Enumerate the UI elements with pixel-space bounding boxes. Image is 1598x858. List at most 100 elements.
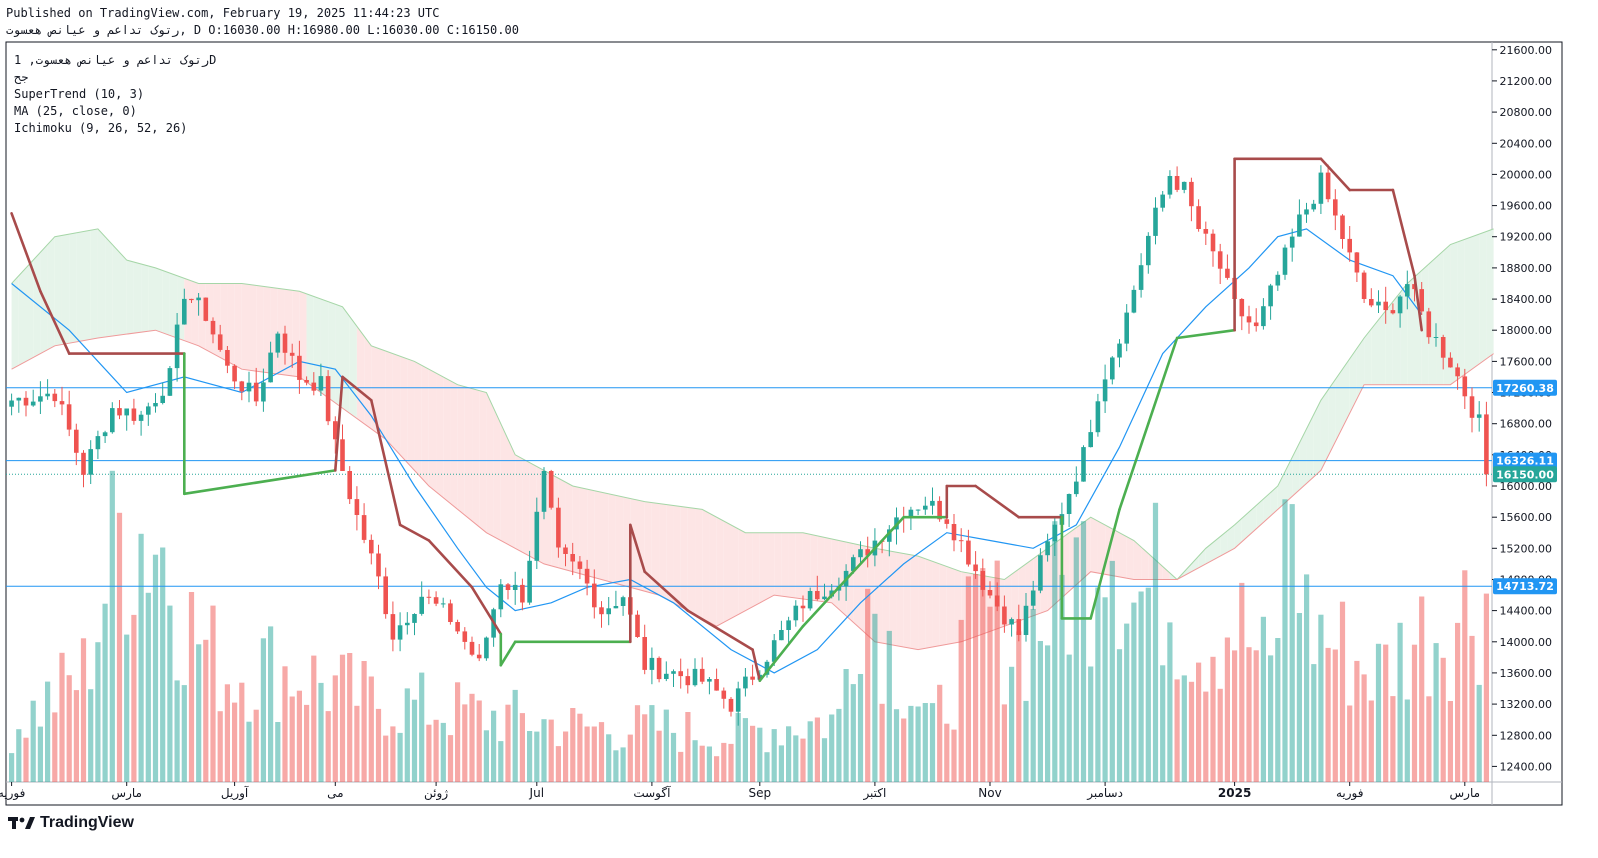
candle-body xyxy=(858,549,863,558)
candle-body xyxy=(750,676,755,680)
volume-bar xyxy=(1289,504,1295,782)
time-axis[interactable]: فوریه مارس آوریل می ژوئن Jul آگوست Sep اکتبر Nov د… xyxy=(0,782,1480,801)
cloud-segment xyxy=(752,532,760,607)
cloud-segment xyxy=(522,458,530,557)
candle-body xyxy=(347,471,352,500)
candle-body xyxy=(131,408,137,421)
volume-bar xyxy=(1275,638,1281,782)
candle-body xyxy=(1023,605,1029,635)
legend-supertrend[interactable]: SuperTrend (10, 3) xyxy=(14,87,144,101)
candle-body xyxy=(59,401,65,405)
volume-bar xyxy=(375,708,382,782)
cloud-segment xyxy=(342,306,350,414)
cloud-segment xyxy=(946,566,955,645)
candle-body xyxy=(520,584,525,603)
candle-body xyxy=(455,622,460,632)
volume-bar xyxy=(30,700,36,782)
volume-bar xyxy=(289,696,295,782)
candle-body xyxy=(297,355,302,380)
candle-body xyxy=(282,333,288,353)
y-tick-label: 14000.00 xyxy=(1500,636,1553,649)
volume-bar xyxy=(95,642,101,782)
candle-body xyxy=(1311,203,1316,210)
cloud-segment xyxy=(882,549,890,645)
price-tag-label: 14713.72 xyxy=(1496,580,1554,593)
candle-body xyxy=(649,657,655,670)
volume-bar xyxy=(296,690,302,782)
candle-body xyxy=(779,630,784,641)
candle-body xyxy=(1217,251,1223,269)
volume-bar xyxy=(757,727,763,782)
volume-bar xyxy=(59,652,65,782)
candle-body xyxy=(1138,265,1144,290)
volume-bar xyxy=(1325,647,1331,782)
volume-bar xyxy=(1318,614,1324,782)
candle-body xyxy=(958,540,964,542)
tradingview-brand[interactable]: TradingView xyxy=(8,814,134,832)
candle-body xyxy=(1282,247,1288,275)
candle-body xyxy=(1174,176,1180,190)
cloud-segment xyxy=(112,244,120,337)
candle-body xyxy=(1354,252,1360,273)
candle-body xyxy=(1484,414,1489,475)
y-tick-label: 18800.00 xyxy=(1500,262,1553,275)
cloud-segment xyxy=(191,280,199,346)
volume-bar xyxy=(80,638,87,782)
volume-bar xyxy=(771,729,777,782)
candle-body xyxy=(1052,524,1058,542)
candle-body xyxy=(383,576,388,615)
candle-body xyxy=(800,605,806,609)
cloud-segment xyxy=(1227,524,1235,553)
candle-body xyxy=(915,509,921,511)
candle-body xyxy=(405,622,410,626)
volume-bar xyxy=(1224,637,1230,782)
candle-body xyxy=(1455,367,1460,377)
legend-ma[interactable]: MA (25, close, 0) xyxy=(14,104,137,118)
volume-bar xyxy=(160,547,166,782)
legend-ichimoku[interactable]: Ichimoku (9, 26, 52, 26) xyxy=(14,121,187,135)
cloud-segment xyxy=(148,265,156,332)
candle-body xyxy=(556,507,561,548)
volume-bar xyxy=(843,669,849,782)
candle-body xyxy=(448,603,453,622)
volume-bar xyxy=(1080,521,1087,782)
volume-bar xyxy=(1217,688,1223,782)
candle-body xyxy=(1002,606,1007,625)
candle-body xyxy=(592,583,597,608)
volume-bar xyxy=(692,740,698,782)
volume-bar xyxy=(937,684,943,782)
candle-body xyxy=(1181,181,1187,190)
cloud-segment xyxy=(450,380,458,510)
volume-bar xyxy=(584,726,590,782)
cloud-segment xyxy=(615,495,624,586)
cloud-segment xyxy=(731,524,739,619)
volume-bar xyxy=(1347,705,1353,782)
candle-body xyxy=(599,607,604,615)
volume-bar xyxy=(332,675,338,782)
cloud-segment xyxy=(97,228,106,338)
candle-body xyxy=(1102,379,1108,402)
cloud-segment xyxy=(126,260,134,335)
candle-body xyxy=(1268,285,1273,307)
volume-bar xyxy=(598,722,605,782)
cloud-segment xyxy=(1472,234,1480,370)
candle-body xyxy=(167,368,173,396)
volume-bar xyxy=(37,726,43,782)
candle-body xyxy=(584,568,590,584)
price-chart[interactable]: 12400.00 12800.00 13200.00 13600.00 14000.00… xyxy=(0,0,1598,858)
price-axis[interactable]: 12400.00 12800.00 13200.00 13600.00 14000.00… xyxy=(1492,44,1552,774)
volume-bar xyxy=(1268,655,1274,782)
x-tick-label: ژوئن xyxy=(424,786,448,801)
volume-bar xyxy=(1145,587,1151,782)
volume-bar xyxy=(1246,647,1252,782)
volume-bar xyxy=(750,725,756,782)
candle-body xyxy=(275,333,281,353)
candle-body xyxy=(642,637,647,670)
volume-bar xyxy=(1390,696,1396,782)
volume-bar xyxy=(469,693,475,782)
tradingview-logo-icon xyxy=(8,817,35,829)
candle-body xyxy=(476,654,482,659)
volume-bar xyxy=(1296,613,1302,782)
candle-body xyxy=(95,436,101,450)
cloud-segment xyxy=(400,356,408,463)
